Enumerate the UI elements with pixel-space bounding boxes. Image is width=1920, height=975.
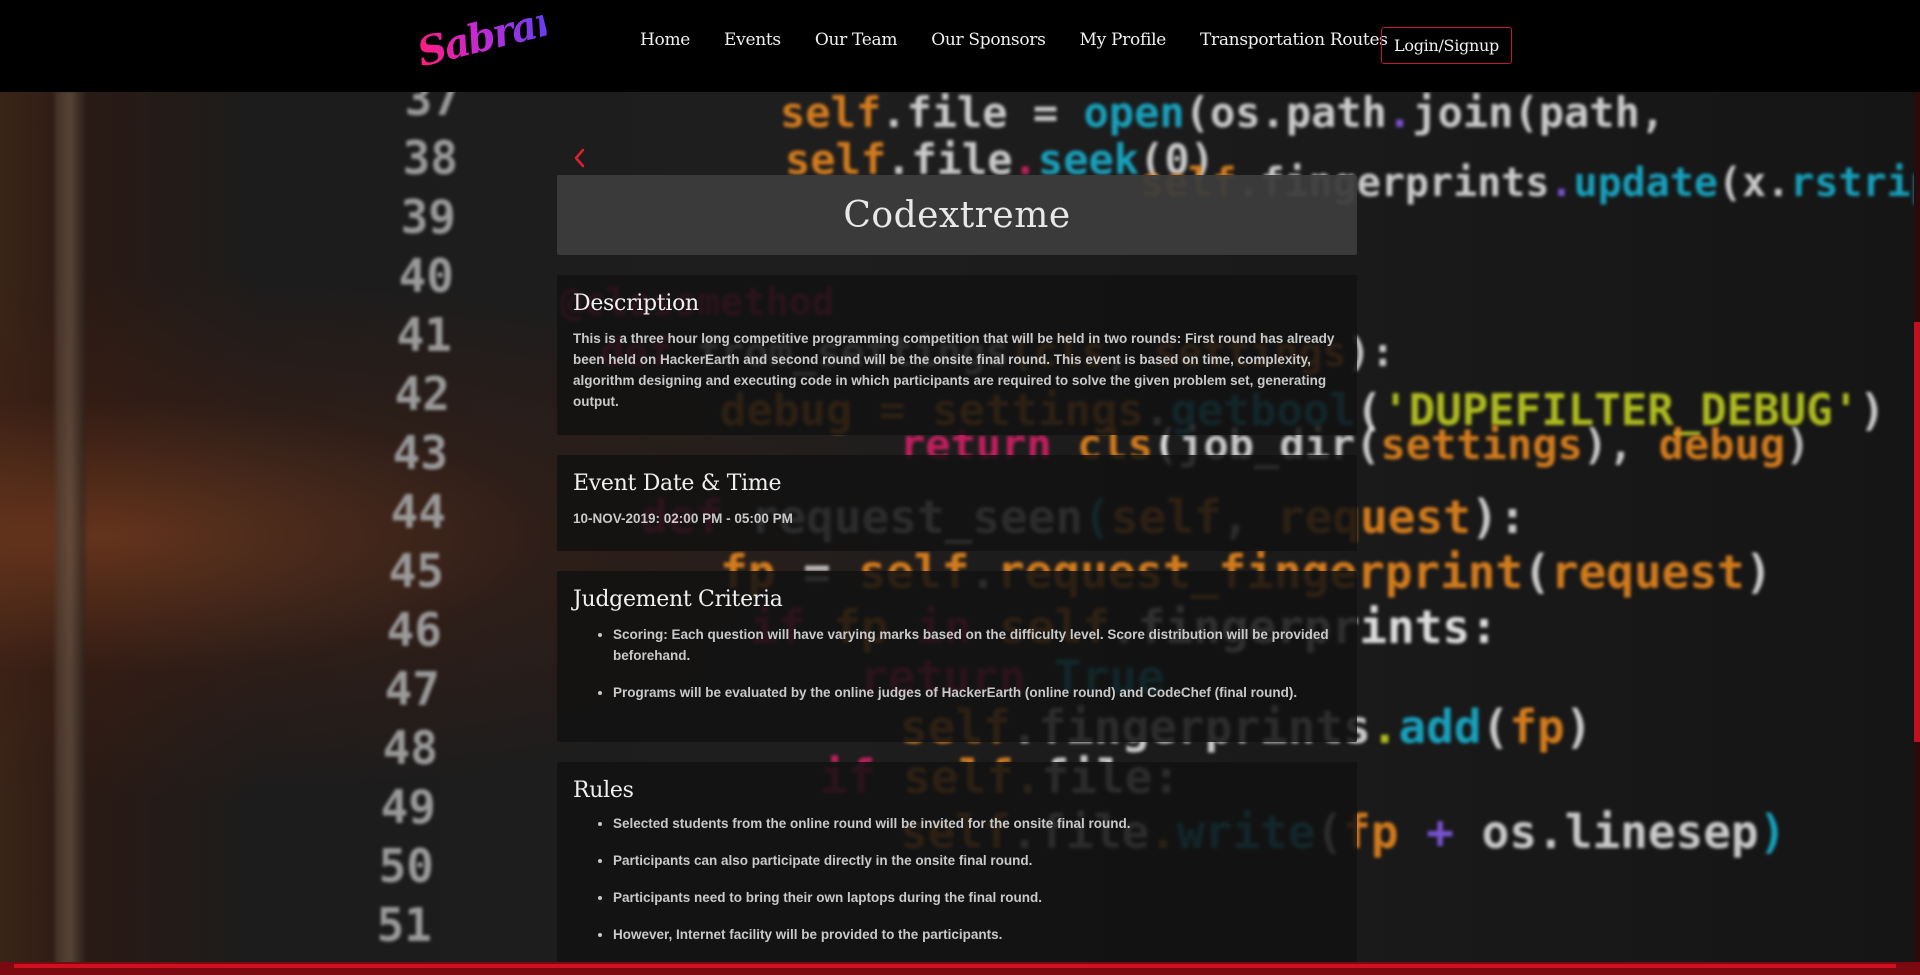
nav-link-our-team[interactable]: Our Team xyxy=(815,30,898,50)
line-number: 49 xyxy=(380,780,436,834)
line-number: 50 xyxy=(378,839,434,893)
event-title-box: Codextreme xyxy=(557,175,1357,255)
nav-link-our-sponsors[interactable]: Our Sponsors xyxy=(931,30,1046,50)
line-number: 44 xyxy=(390,485,446,539)
line-number: 38 xyxy=(402,131,458,185)
chevron-left-icon-svg xyxy=(574,148,585,168)
description-card: Description This is a three hour long co… xyxy=(557,275,1357,435)
datetime-text: 10-NOV-2019: 02:00 PM - 05:00 PM xyxy=(573,511,793,526)
nav-links: Home Events Our Team Our Sponsors My Pro… xyxy=(640,30,1422,50)
navbar: Sabrang Home Events Our Team Our Sponsor… xyxy=(0,0,1920,92)
nav-link-transportation-routes[interactable]: Transportation Routes xyxy=(1200,30,1388,50)
line-number: 43 xyxy=(392,426,448,480)
sabrang-logo[interactable]: Sabrang xyxy=(413,0,592,89)
list-item: Participants can also participate direct… xyxy=(613,850,1341,871)
line-number: 45 xyxy=(388,544,444,598)
line-number: 40 xyxy=(398,249,454,303)
scrollbar[interactable] xyxy=(1914,92,1920,962)
monitor-bezel xyxy=(55,90,85,975)
line-number: 41 xyxy=(396,308,452,362)
bottom-accent-bar xyxy=(0,962,1920,975)
list-item: Participants need to bring their own lap… xyxy=(613,887,1341,908)
line-number: 47 xyxy=(384,662,440,716)
line-number: 39 xyxy=(400,190,456,244)
judgement-heading: Judgement Criteria xyxy=(573,587,783,612)
description-heading: Description xyxy=(573,291,699,316)
line-number: 46 xyxy=(386,603,442,657)
judgement-list: Scoring: Each question will have varying… xyxy=(573,624,1341,703)
rules-heading: Rules xyxy=(573,778,634,803)
chevron-left-icon[interactable] xyxy=(568,146,592,170)
scrollbar-thumb[interactable] xyxy=(1914,322,1920,742)
rules-card: Rules Selected students from the online … xyxy=(557,762,1357,962)
line-number: 42 xyxy=(394,367,450,421)
nav-link-events[interactable]: Events xyxy=(724,30,781,50)
list-item: Selected students from the online round … xyxy=(613,813,1341,834)
list-item: Programs will be evaluated by the online… xyxy=(613,682,1341,703)
rules-list: Selected students from the online round … xyxy=(573,813,1341,945)
code-line: self.file = open(os.path.join(path, xyxy=(780,88,1666,137)
line-number: 48 xyxy=(382,721,438,775)
line-number: 51 xyxy=(376,898,432,952)
judgement-criteria-card: Judgement Criteria Scoring: Each questio… xyxy=(557,571,1357,742)
bottom-accent-line xyxy=(14,964,1896,968)
datetime-heading: Event Date & Time xyxy=(573,471,782,496)
login-signup-button[interactable]: Login/Signup xyxy=(1381,27,1512,64)
line-number-gutter: 37383940414243444546474849505152 xyxy=(300,70,460,975)
page-title: Codextreme xyxy=(843,194,1071,236)
nav-link-home[interactable]: Home xyxy=(640,30,690,50)
event-datetime-card: Event Date & Time 10-NOV-2019: 02:00 PM … xyxy=(557,455,1357,551)
description-text: This is a three hour long competitive pr… xyxy=(573,331,1335,409)
nav-link-my-profile[interactable]: My Profile xyxy=(1080,30,1167,50)
list-item: However, Internet facility will be provi… xyxy=(613,924,1341,945)
list-item: Scoring: Each question will have varying… xyxy=(613,624,1341,666)
